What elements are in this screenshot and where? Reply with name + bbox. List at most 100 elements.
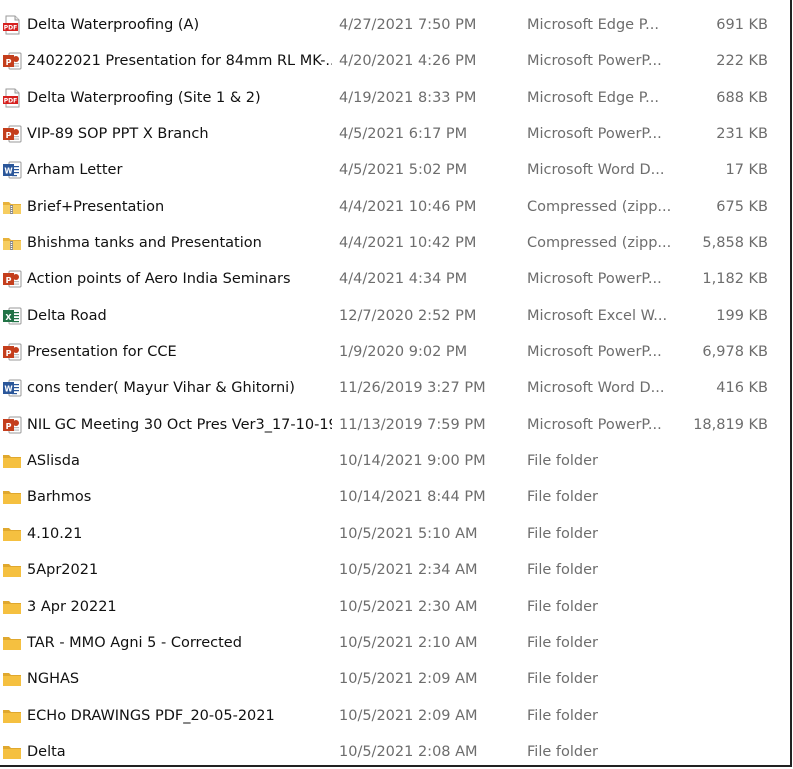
list-item[interactable]: Barhmos 10/14/2021 8:44 PM File folder	[0, 478, 790, 514]
svg-text:P: P	[6, 58, 12, 67]
file-name: Delta	[27, 743, 66, 760]
file-name: NIL GC Meeting 30 Oct Pres Ver3_17-10-19	[27, 416, 332, 433]
file-size: 199 KB	[716, 307, 768, 324]
file-type: Microsoft PowerP...	[527, 416, 662, 433]
file-date-modified: 10/5/2021 5:10 AM	[339, 525, 478, 542]
file-name: Presentation for CCE	[27, 344, 177, 361]
file-type: Microsoft Excel W...	[527, 307, 668, 324]
file-type: File folder	[527, 634, 598, 651]
folder-icon	[2, 487, 22, 507]
file-size: 6,978 KB	[702, 344, 768, 361]
file-name: Brief+Presentation	[27, 198, 165, 215]
list-item[interactable]: Bhishma tanks and Presentation 4/4/2021 …	[0, 224, 790, 260]
powerpoint-file-icon: P	[2, 269, 22, 289]
file-type: Microsoft Edge P...	[527, 89, 660, 106]
svg-text:PDF: PDF	[4, 97, 17, 104]
list-item[interactable]: PDF Delta Waterproofing (A) 4/27/2021 7:…	[0, 6, 790, 42]
list-item[interactable]: 4.10.21 10/5/2021 5:10 AM File folder	[0, 515, 790, 551]
file-date-modified: 4/27/2021 7:50 PM	[339, 17, 477, 33]
file-date-modified: 10/5/2021 2:09 AM	[339, 671, 478, 688]
file-date-modified: 10/5/2021 2:30 AM	[339, 598, 478, 615]
file-type: Microsoft PowerP...	[527, 271, 662, 288]
folder-icon	[2, 560, 22, 580]
list-item[interactable]: ECHo DRAWINGS PDF_20-05-2021 10/5/2021 2…	[0, 697, 790, 733]
file-date-modified: 4/19/2021 8:33 PM	[339, 89, 477, 106]
file-size: 675 KB	[716, 198, 768, 215]
powerpoint-file-icon: P	[2, 415, 22, 435]
file-size: 416 KB	[716, 380, 768, 397]
list-item[interactable]: P VIP-89 SOP PPT X Branch 4/5/2021 6:17 …	[0, 115, 790, 151]
file-date-modified: 10/5/2021 2:10 AM	[339, 634, 478, 651]
file-name: cons tender( Mayur Vihar & Ghitorni)	[27, 380, 295, 397]
file-name: Bhishma tanks and Presentation	[27, 235, 262, 252]
list-item[interactable]: TAR - MMO Agni 5 - Corrected 10/5/2021 2…	[0, 624, 790, 660]
pdf-file-icon: PDF	[2, 15, 22, 35]
file-name: 24022021 Presentation for 84mm RL MK-...	[27, 53, 332, 70]
file-date-modified: 4/5/2021 6:17 PM	[339, 126, 468, 143]
file-name: Barhmos	[27, 489, 92, 506]
file-type: File folder	[527, 707, 598, 724]
file-name: Delta Road	[27, 307, 107, 324]
folder-icon	[2, 669, 22, 689]
file-type: File folder	[527, 671, 598, 688]
list-item[interactable]: W Arham Letter 4/5/2021 5:02 PM Microsof…	[0, 151, 790, 187]
file-type: File folder	[527, 525, 598, 542]
svg-text:W: W	[4, 167, 13, 176]
file-name: 5Apr2021	[27, 562, 99, 579]
powerpoint-file-icon: P	[2, 342, 22, 362]
file-name: Arham Letter	[27, 162, 123, 179]
powerpoint-file-icon: P	[2, 51, 22, 71]
list-item[interactable]: PDF Delta Waterproofing (Site 1 & 2) 4/1…	[0, 79, 790, 115]
svg-text:P: P	[6, 349, 12, 358]
list-item[interactable]: 3 Apr 20221 10/5/2021 2:30 AM File folde…	[0, 588, 790, 624]
file-size: 5,858 KB	[702, 235, 768, 252]
list-item[interactable]: Delta 10/5/2021 2:08 AM File folder	[0, 733, 790, 769]
file-date-modified: 11/26/2019 3:27 PM	[339, 380, 486, 397]
file-size: 231 KB	[716, 126, 768, 143]
file-date-modified: 4/4/2021 10:46 PM	[339, 198, 477, 215]
file-type: Microsoft PowerP...	[527, 53, 662, 70]
file-date-modified: 10/14/2021 8:44 PM	[339, 489, 486, 506]
list-item[interactable]: X Delta Road 12/7/2020 2:52 PM Microsoft…	[0, 297, 790, 333]
list-item[interactable]: NGHAS 10/5/2021 2:09 AM File folder	[0, 660, 790, 696]
file-date-modified: 10/14/2021 9:00 PM	[339, 453, 486, 470]
zip-folder-icon	[2, 197, 22, 217]
file-type: File folder	[527, 598, 598, 615]
file-size: 691 KB	[716, 17, 768, 33]
list-item[interactable]: W cons tender( Mayur Vihar & Ghitorni) 1…	[0, 369, 790, 405]
file-size: 222 KB	[716, 53, 768, 70]
file-name: VIP-89 SOP PPT X Branch	[27, 126, 209, 143]
list-item[interactable]: P 24022021 Presentation for 84mm RL MK-.…	[0, 42, 790, 78]
svg-text:X: X	[5, 313, 12, 322]
word-file-icon: W	[2, 378, 22, 398]
file-type: Microsoft PowerP...	[527, 344, 662, 361]
svg-text:P: P	[6, 422, 12, 431]
file-date-modified: 4/4/2021 4:34 PM	[339, 271, 468, 288]
folder-icon	[2, 742, 22, 762]
file-size: 18,819 KB	[693, 416, 768, 433]
list-item[interactable]: ASlisda 10/14/2021 9:00 PM File folder	[0, 442, 790, 478]
file-type: File folder	[527, 489, 598, 506]
list-item[interactable]: Brief+Presentation 4/4/2021 10:46 PM Com…	[0, 188, 790, 224]
file-name: Action points of Aero India Seminars	[27, 271, 291, 288]
file-type: File folder	[527, 562, 598, 579]
folder-icon	[2, 706, 22, 726]
file-date-modified: 11/13/2019 7:59 PM	[339, 416, 486, 433]
file-name: NGHAS	[27, 671, 80, 688]
file-type: Compressed (zipp...	[527, 235, 672, 252]
list-item[interactable]: 5Apr2021 10/5/2021 2:34 AM File folder	[0, 551, 790, 587]
file-date-modified: 12/7/2020 2:52 PM	[339, 307, 477, 324]
file-type: Microsoft PowerP...	[527, 126, 662, 143]
file-size: 1,182 KB	[702, 271, 768, 288]
folder-icon	[2, 597, 22, 617]
folder-icon	[2, 633, 22, 653]
list-item[interactable]: P NIL GC Meeting 30 Oct Pres Ver3_17-10-…	[0, 406, 790, 442]
svg-text:P: P	[6, 131, 12, 140]
list-item[interactable]: P Presentation for CCE 1/9/2020 9:02 PM …	[0, 333, 790, 369]
zip-folder-icon	[2, 233, 22, 253]
list-item[interactable]: P Action points of Aero India Seminars 4…	[0, 260, 790, 296]
excel-file-icon: X	[2, 306, 22, 326]
file-date-modified: 10/5/2021 2:34 AM	[339, 562, 478, 579]
pdf-file-icon: PDF	[2, 88, 22, 108]
svg-text:W: W	[4, 385, 13, 394]
